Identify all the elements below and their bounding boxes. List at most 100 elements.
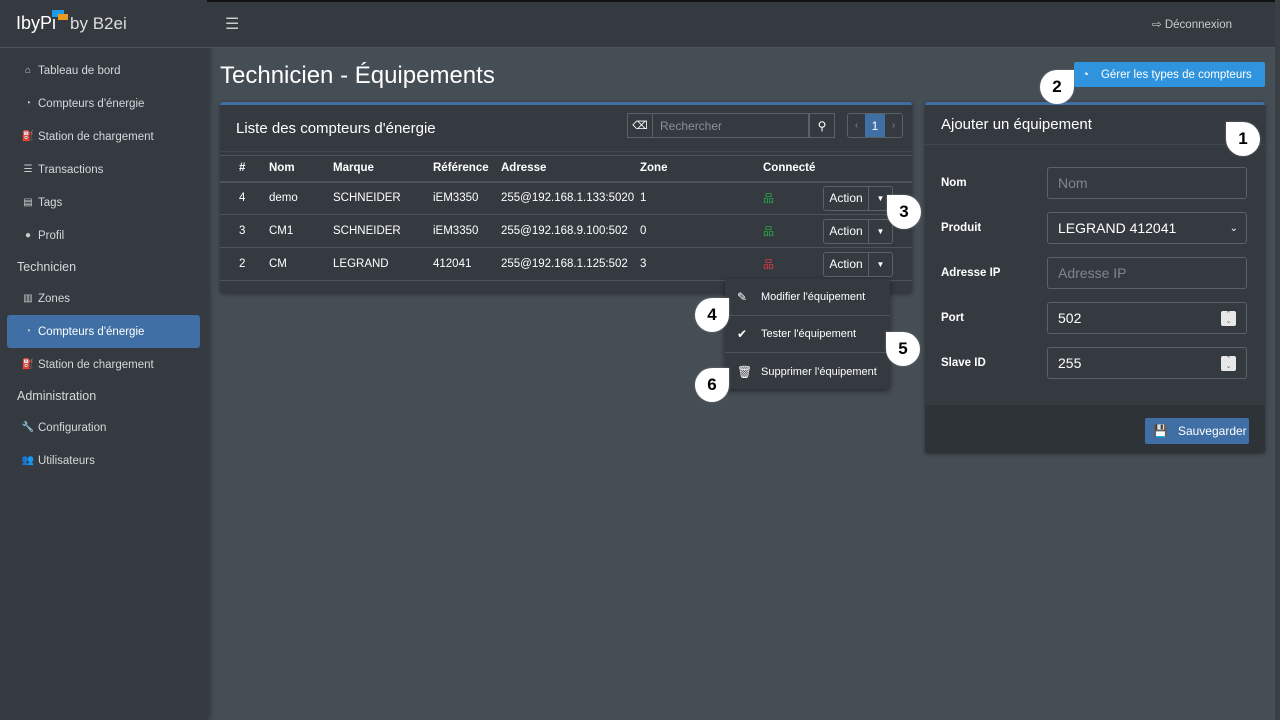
cell-adresse: 255@192.168.1.125:502 [501, 247, 640, 281]
card-title: Ajouter un équipement [925, 105, 1265, 145]
cell-zone: 3 [640, 247, 763, 281]
sidebar-item-label: Zones [38, 292, 70, 305]
spinner-icon[interactable]: ⌃ ⌄ [1221, 311, 1236, 326]
edit-icon: ✎ [737, 290, 748, 304]
sidebar-item[interactable]: ⌂ Tableau de bord [7, 54, 200, 87]
cell-adresse: 255@192.168.1.133:5020 [501, 181, 640, 215]
sidebar-item[interactable]: ▥ Zones [7, 282, 200, 315]
column-header: Marque [333, 155, 433, 183]
callout-2: 2 [1040, 70, 1074, 104]
menu-item-label: Modifier l'équipement [761, 291, 866, 303]
sidebar-item[interactable]: 👥 Utilisateurs [7, 444, 200, 477]
sidebar-item-label: Compteurs d'énergie [38, 325, 145, 338]
search-input[interactable] [653, 113, 809, 138]
manage-types-label: Gérer les types de compteurs [1100, 68, 1252, 81]
cell-zone: 0 [640, 214, 763, 248]
nom-input[interactable] [1047, 167, 1247, 199]
produit-row: Produit LEGRAND 412041 ⌄ [941, 212, 1248, 244]
cell-marque: LEGRAND [333, 247, 433, 281]
cell-id: 4 [220, 181, 269, 215]
port-input[interactable]: 502 ⌃ ⌄ [1047, 302, 1247, 334]
sidebar-item[interactable]: ▤ Tags [7, 186, 200, 219]
gauge-icon: ◔ [24, 326, 32, 337]
sidebar-item-label: Tableau de bord [38, 64, 121, 77]
cell-connected: 品 [763, 214, 821, 248]
brand[interactable]: IbyPi by B2ei [0, 0, 207, 48]
menu-item-delete[interactable]: 🗑 Supprimer l'équipement [725, 353, 890, 390]
pagination: ‹ 1 › [847, 113, 903, 138]
meter-table: # Nom Marque Référence Adresse Zone Connecté 4… [220, 155, 912, 281]
callout-4: 4 [695, 298, 729, 332]
caret-down-icon[interactable]: ▼ [869, 218, 893, 244]
slave-row: Slave ID 255 ⌃ ⌄ [941, 347, 1248, 379]
save-icon: 💾 [1153, 424, 1168, 438]
sidebar-item[interactable]: ☰ Transactions [7, 153, 200, 186]
sidebar-item[interactable]: ● Profil [7, 219, 200, 252]
next-page-button[interactable]: › [885, 114, 902, 137]
sidebar-item-label: Utilisateurs [38, 454, 95, 467]
menu-item-edit[interactable]: ✎ Modifier l'équipement [725, 279, 890, 316]
port-label: Port [941, 312, 964, 324]
cell-zone: 1 [640, 181, 763, 215]
sidebar-item[interactable]: ⛽ Station de chargement [7, 120, 200, 153]
charging-station-icon: ⛽ [21, 359, 35, 370]
produit-select[interactable]: LEGRAND 412041 ⌄ [1047, 212, 1247, 244]
gauge-icon: ◔ [1082, 68, 1089, 81]
ip-label: Adresse IP [941, 267, 1001, 279]
chevron-down-icon: ⌄ [1229, 222, 1238, 234]
sidebar-item-label: Compteurs d'énergie [38, 97, 145, 110]
sidebar-section: Administration [17, 389, 97, 403]
search-icon[interactable]: ⚲ [809, 113, 835, 138]
card-footer: 💾 Sauvegarder [925, 405, 1265, 453]
manage-types-button[interactable]: ◔ Gérer les types de compteurs [1074, 62, 1265, 87]
table-row: 3 CM1 SCHNEIDER iEM3350 255@192.168.9.10… [220, 214, 912, 248]
cell-reference: iEM3350 [433, 214, 501, 248]
eraser-icon[interactable]: ⌫ [627, 113, 653, 138]
network-icon: 品 [763, 226, 774, 238]
port-value: 502 [1058, 310, 1082, 326]
menu-toggle-icon[interactable]: ☰ [225, 14, 239, 34]
sidebar-item-label: Station de chargement [38, 358, 154, 371]
sidebar-item[interactable]: 🔧 Configuration [7, 411, 200, 444]
search-group: ⌫ ⚲ [627, 113, 835, 138]
sidebar-item[interactable]: ◔ Compteurs d'énergie [7, 87, 200, 120]
list-icon: ☰ [23, 164, 33, 175]
meter-list-card: Liste des compteurs d'énergie ⌫ ⚲ ‹ 1 › … [220, 102, 912, 293]
action-button[interactable]: Action [823, 251, 869, 277]
table-row: 4 demo SCHNEIDER iEM3350 255@192.168.1.1… [220, 181, 912, 215]
charging-station-icon: ⛽ [21, 131, 35, 142]
menu-item-label: Supprimer l'équipement [761, 365, 877, 378]
logo-mark-2 [58, 14, 68, 20]
nom-row: Nom [941, 167, 1248, 199]
action-button[interactable]: Action [823, 218, 869, 244]
logo: IbyPi [16, 13, 57, 33]
save-button[interactable]: 💾 Sauvegarder [1145, 418, 1249, 444]
page-1-button[interactable]: 1 [865, 114, 885, 137]
sidebar-item-label: Profil [38, 229, 65, 242]
sidebar-item-label: Station de chargement [38, 130, 154, 143]
prev-page-button[interactable]: ‹ [848, 114, 865, 137]
logout-icon: ⇨ [1152, 19, 1165, 31]
ip-row: Adresse IP [941, 257, 1248, 289]
produit-value: LEGRAND 412041 [1058, 220, 1177, 236]
sidebar-item[interactable]: ◔ Compteurs d'énergie [7, 315, 200, 348]
caret-down-icon[interactable]: ▼ [869, 251, 893, 277]
scrollbar[interactable] [1275, 0, 1280, 720]
sidebar-item[interactable]: ⛽ Station de chargement [7, 348, 200, 381]
column-header: Connecté [763, 155, 821, 183]
logout-link[interactable]: ⇨ Déconnexion [1152, 17, 1232, 31]
network-icon: 品 [763, 193, 774, 206]
port-row: Port 502 ⌃ ⌄ [941, 302, 1248, 334]
ip-input[interactable] [1047, 257, 1247, 289]
slave-id-input[interactable]: 255 ⌃ ⌄ [1047, 347, 1247, 379]
spinner-icon[interactable]: ⌃ ⌄ [1221, 356, 1236, 371]
user-icon: ● [24, 230, 32, 241]
users-icon: 👥 [21, 455, 35, 466]
network-icon: 品 [763, 259, 774, 271]
trash-icon: 🗑 [737, 364, 753, 379]
cell-nom: CM1 [269, 214, 333, 248]
cell-connected: 品 [763, 181, 821, 215]
action-button[interactable]: Action [823, 185, 869, 211]
cell-marque: SCHNEIDER [333, 181, 433, 215]
menu-item-test[interactable]: ✔ Tester l'équipement [725, 316, 890, 353]
